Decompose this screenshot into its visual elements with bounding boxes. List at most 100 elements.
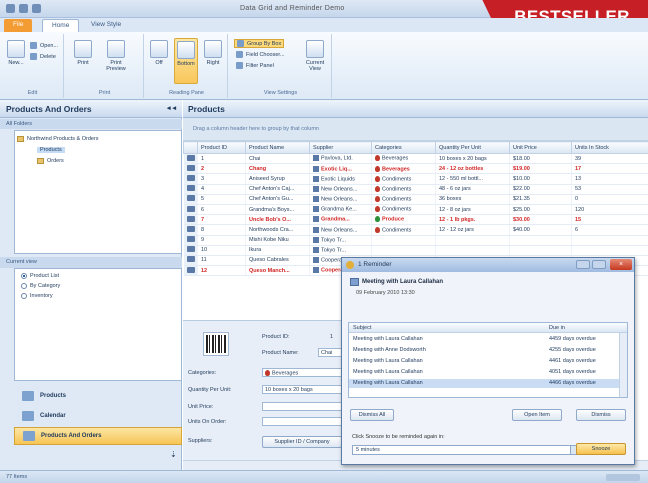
reading-pane-bottom-button[interactable]: Bottom	[174, 38, 198, 84]
new-button[interactable]: New...	[6, 40, 26, 66]
row-selector[interactable]	[183, 245, 198, 256]
field-chooser-button[interactable]: Field Chooser...	[236, 51, 285, 58]
nav-button-products[interactable]: Products	[14, 387, 182, 405]
print-preview-button[interactable]: Print Preview	[102, 40, 130, 72]
row-selector[interactable]	[183, 224, 198, 236]
current-view-list: Product List By Category Inventory	[14, 268, 182, 381]
table-row[interactable]: 6 Grandma's Boys... Grandma Ke... Condiment…	[183, 204, 648, 216]
row-selector[interactable]	[183, 163, 198, 175]
dismiss-button[interactable]: Dismiss	[576, 409, 626, 421]
current-view-button[interactable]: Current View	[302, 40, 328, 72]
tab-view-style[interactable]: View Style	[82, 19, 130, 32]
group-by-box[interactable]: Drag a column header here to group by th…	[183, 118, 648, 141]
group-print: Print Print Preview Print	[66, 34, 144, 98]
row-selector[interactable]	[183, 153, 198, 165]
print-button[interactable]: Print	[72, 40, 94, 66]
reminder-list-item[interactable]: Meeting with Laura Callahan 4459 days ove…	[349, 335, 619, 344]
units-on-order-label: Units On Order:	[188, 419, 227, 425]
column-header[interactable]: Supplier	[309, 141, 372, 154]
units-on-order-field[interactable]	[262, 417, 342, 426]
quantity-field[interactable]: 10 boxes x 20 bags	[262, 385, 342, 394]
column-header[interactable]: Units In Stock	[571, 141, 648, 154]
row-selector[interactable]	[183, 265, 198, 277]
table-row[interactable]: 5 Chef Anton's Gu... New Orleans... Condime…	[183, 194, 648, 205]
table-row[interactable]: 2 Chang Exotic Liq... Beverages 24 - 12 oz b…	[183, 163, 648, 175]
nav-button-calendar[interactable]: Calendar	[14, 407, 182, 425]
product-name-field[interactable]: Chai	[318, 348, 342, 357]
cell-product-id: 10	[197, 245, 246, 256]
reminder-list-item[interactable]: Meeting with Laura Callahan 4466 days ove…	[349, 379, 619, 388]
reminder-list-item[interactable]: Meeting with Anne Dodsworth 4255 days ove…	[349, 346, 619, 355]
row-selector[interactable]	[183, 204, 198, 216]
snooze-dropdown[interactable]: 5 minutes	[352, 445, 580, 455]
maximize-icon[interactable]	[592, 260, 606, 269]
reminder-list-scrollbar[interactable]	[619, 333, 627, 397]
cell-quantity: 12 - 8 oz jars	[435, 204, 510, 216]
supplier-icon	[313, 196, 319, 203]
row-selector[interactable]	[183, 255, 198, 267]
column-header[interactable]: Product ID	[197, 141, 246, 154]
view-product-list[interactable]: Product List	[21, 273, 59, 279]
row-selector[interactable]	[183, 184, 198, 195]
cell-supplier: Exotic Liq...	[309, 163, 372, 175]
view-inventory[interactable]: Inventory	[21, 293, 53, 299]
table-row[interactable]: 1 Chai Pavlova, Ltd. Beverages 10 boxes x 20…	[183, 153, 648, 165]
tree-root[interactable]: Northwind Products & Orders	[17, 136, 99, 142]
nav-button-products-and-orders[interactable]: Products And Orders	[14, 427, 182, 445]
column-header[interactable]: Unit Price	[509, 141, 572, 154]
unit-price-field[interactable]	[262, 402, 342, 411]
tab-home[interactable]: Home	[42, 19, 80, 32]
tab-file[interactable]: File	[4, 19, 33, 32]
tree-item-orders[interactable]: Orders	[37, 158, 64, 164]
reminder-list-item[interactable]: Meeting with Laura Callahan 4461 days ove…	[349, 357, 619, 366]
subject-column-header[interactable]: Subject	[353, 325, 371, 331]
table-row[interactable]: 8 Northwoods Cra... New Orleans... Condimen…	[183, 224, 648, 236]
filter-panel-button[interactable]: Filter Panel	[236, 62, 274, 69]
snooze-hint: Click Snooze to be reminded again in:	[352, 434, 445, 440]
configure-buttons-icon[interactable]: ⇣	[170, 450, 177, 459]
table-row[interactable]: 4 Chef Anton's Caj... New Orleans... Condim…	[183, 184, 648, 195]
supplier-button[interactable]: Supplier ID / Company	[262, 436, 342, 448]
row-selector[interactable]	[183, 194, 198, 205]
snooze-button[interactable]: Snooze	[576, 443, 626, 455]
row-selector[interactable]	[183, 173, 198, 185]
row-selector[interactable]	[183, 214, 198, 226]
tree-item-products[interactable]: Products	[37, 147, 65, 153]
due-column-header[interactable]: Due in	[549, 325, 565, 331]
table-row[interactable]: 10 Ikura Tokyo Tr...	[183, 245, 648, 256]
reminder-due: 4459 days overdue	[549, 336, 596, 342]
reading-pane-off-button[interactable]: Off	[148, 40, 170, 66]
category-icon	[375, 226, 380, 233]
table-row[interactable]: 3 Aniseed Syrup Exotic Liquids Condiments 12…	[183, 173, 648, 185]
minimize-icon[interactable]	[576, 260, 590, 269]
reminder-list-item[interactable]: Meeting with Laura Callahan 4051 days ove…	[349, 368, 619, 377]
table-row[interactable]: 9 Mishi Kobe Niku Tokyo Tr...	[183, 235, 648, 246]
folder-icon	[17, 136, 24, 142]
pin-icon[interactable]: ◂ ◂	[167, 104, 176, 112]
categories-field[interactable]: Beverages	[262, 368, 342, 377]
supplier-icon	[313, 155, 319, 162]
column-header[interactable]: Categories	[371, 141, 436, 154]
table-row[interactable]: 7 Uncle Bob's O... Grandma... Produce 12 - 1…	[183, 214, 648, 226]
row-selector[interactable]	[183, 235, 198, 246]
save-icon[interactable]	[19, 4, 28, 13]
column-header[interactable]: Product Name	[245, 141, 310, 154]
reminder-meeting: Meeting with Laura Callahan	[350, 278, 443, 286]
group-by-box-button[interactable]: Group By Box	[234, 39, 285, 48]
zoom-slider[interactable]	[606, 474, 640, 481]
group-edit: New... Open... Delete Edit	[2, 34, 64, 98]
reading-pane-right-button[interactable]: Right	[202, 40, 224, 66]
column-header[interactable]	[183, 141, 198, 154]
cell-product-name: Queso Manch...	[245, 265, 310, 277]
open-button[interactable]: Open...	[30, 42, 58, 49]
view-by-category[interactable]: By Category	[21, 283, 60, 289]
close-button[interactable]: ×	[610, 259, 632, 270]
cell-supplier: New Orleans...	[309, 194, 372, 205]
column-header[interactable]: Quantity Per Unit	[435, 141, 510, 154]
cell-category: Condiments	[371, 184, 436, 195]
open-item-button[interactable]: Open Item	[512, 409, 562, 421]
cell-quantity	[435, 235, 510, 246]
undo-icon[interactable]	[32, 4, 41, 13]
delete-button[interactable]: Delete	[30, 53, 56, 60]
dismiss-all-button[interactable]: Dismiss All	[350, 409, 394, 421]
